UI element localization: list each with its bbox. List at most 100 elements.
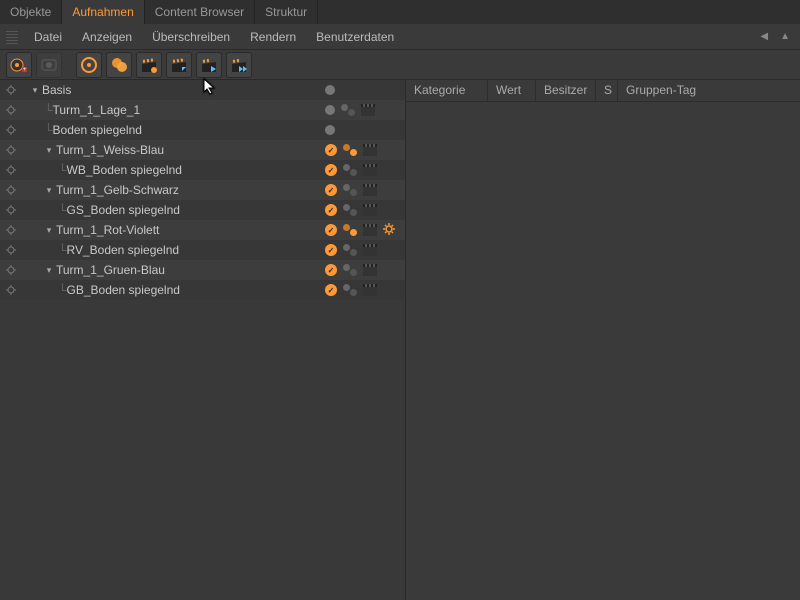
override-button[interactable]	[76, 52, 102, 78]
row-target-icon[interactable]	[0, 145, 22, 155]
camera-pair-icon[interactable]	[343, 284, 357, 296]
camera-pair-icon[interactable]	[343, 164, 357, 176]
tree-row[interactable]: ▾Turm_1_Gruen-Blau ✓	[0, 260, 405, 280]
menu-rendern[interactable]: Rendern	[240, 27, 306, 47]
row-target-icon[interactable]	[0, 105, 22, 115]
camera-pair-icon[interactable]	[343, 224, 357, 236]
gear-icon[interactable]	[383, 223, 395, 238]
tree-row[interactable]: └ GS_Boden spiegelnd✓	[0, 200, 405, 220]
status-check-icon[interactable]: ✓	[325, 164, 337, 176]
render-take-button[interactable]	[136, 52, 162, 78]
row-status-icons: ✓	[325, 223, 405, 238]
row-target-icon[interactable]	[0, 285, 22, 295]
tree-row[interactable]: └ GB_Boden spiegelnd✓	[0, 280, 405, 300]
row-target-icon[interactable]	[0, 125, 22, 135]
menu-datei[interactable]: Datei	[24, 27, 72, 47]
status-check-icon[interactable]: ✓	[325, 144, 337, 156]
render-clap-icon[interactable]	[363, 264, 377, 276]
tree-row[interactable]: └ Boden spiegelnd	[0, 120, 405, 140]
render-clap-icon[interactable]	[363, 164, 377, 176]
take-label[interactable]: GB_Boden spiegelnd	[67, 283, 180, 297]
row-target-icon[interactable]	[0, 265, 22, 275]
tree-row[interactable]: └ WB_Boden spiegelnd✓	[0, 160, 405, 180]
take-label[interactable]: Turm_1_Rot-Violett	[56, 223, 159, 237]
take-label[interactable]: Turm_1_Weiss-Blau	[56, 143, 164, 157]
col-wert[interactable]: Wert	[488, 80, 536, 101]
expander-icon[interactable]: ▾	[44, 225, 54, 235]
expander-icon[interactable]: ▾	[44, 265, 54, 275]
row-target-icon[interactable]	[0, 225, 22, 235]
col-besitzer[interactable]: Besitzer	[536, 80, 596, 101]
render-marked-button[interactable]	[166, 52, 192, 78]
render-clap-icon[interactable]	[363, 224, 377, 236]
render-all-next-button[interactable]	[196, 52, 222, 78]
render-all-button[interactable]	[226, 52, 252, 78]
new-take-button[interactable]: +	[6, 52, 32, 78]
tree-row[interactable]: ▾Turm_1_Gelb-Schwarz ✓	[0, 180, 405, 200]
status-check-icon[interactable]: ✓	[325, 224, 337, 236]
row-status-icons: ✓	[325, 164, 405, 176]
render-clap-icon[interactable]	[363, 284, 377, 296]
col-s[interactable]: S	[596, 80, 618, 101]
tree-row[interactable]: ▾Turm_1_Rot-Violett ✓	[0, 220, 405, 240]
status-check-icon[interactable]: ✓	[325, 244, 337, 256]
status-check-icon[interactable]: ✓	[325, 284, 337, 296]
render-clap-icon[interactable]	[363, 184, 377, 196]
render-clap-icon[interactable]	[363, 144, 377, 156]
override-group-button[interactable]	[106, 52, 132, 78]
render-clap-icon[interactable]	[361, 104, 375, 116]
grip-icon[interactable]	[6, 30, 18, 44]
status-dot-icon[interactable]	[325, 105, 335, 115]
render-clap-icon[interactable]	[363, 244, 377, 256]
tree-row[interactable]: └ Turm_1_Lage_1	[0, 100, 405, 120]
status-dot-icon[interactable]	[325, 125, 335, 135]
col-kategorie[interactable]: Kategorie	[406, 80, 488, 101]
take-label[interactable]: Basis	[42, 83, 71, 97]
row-target-icon[interactable]	[0, 165, 22, 175]
expander-icon[interactable]: ▾	[44, 185, 54, 195]
status-dot-icon[interactable]	[325, 85, 335, 95]
take-label[interactable]: Turm_1_Lage_1	[53, 103, 141, 117]
auto-take-button[interactable]	[36, 52, 62, 78]
main-area: ▾Basis└ Turm_1_Lage_1└ Boden spiegelnd▾T…	[0, 80, 800, 600]
camera-pair-icon[interactable]	[341, 104, 355, 116]
row-target-icon[interactable]	[0, 205, 22, 215]
col-gruppen-tag[interactable]: Gruppen-Tag	[618, 80, 800, 101]
camera-pair-icon[interactable]	[343, 144, 357, 156]
tab-aufnahmen[interactable]: Aufnahmen	[62, 0, 144, 24]
arrow-left-icon[interactable]: ◀	[756, 31, 772, 42]
arrow-up-icon[interactable]: ▲	[776, 31, 794, 42]
row-status-icons: ✓	[325, 284, 405, 296]
row-target-icon[interactable]	[0, 185, 22, 195]
expander-icon[interactable]: ▾	[44, 145, 54, 155]
status-check-icon[interactable]: ✓	[325, 204, 337, 216]
row-target-icon[interactable]	[0, 85, 22, 95]
take-label[interactable]: Turm_1_Gelb-Schwarz	[56, 183, 179, 197]
camera-pair-icon[interactable]	[343, 204, 357, 216]
camera-pair-icon[interactable]	[343, 184, 357, 196]
row-target-icon[interactable]	[0, 245, 22, 255]
expander-icon[interactable]: ▾	[30, 85, 40, 95]
render-clap-icon[interactable]	[363, 204, 377, 216]
take-label[interactable]: WB_Boden spiegelnd	[67, 163, 182, 177]
tree-row[interactable]: ▾Basis	[0, 80, 405, 100]
row-status-icons: ✓	[325, 264, 405, 276]
take-label[interactable]: Boden spiegelnd	[53, 123, 142, 137]
tab-struktur[interactable]: Struktur	[255, 0, 318, 24]
take-label[interactable]: RV_Boden spiegelnd	[67, 243, 180, 257]
tab-objekte[interactable]: Objekte	[0, 0, 62, 24]
tree-row[interactable]: └ RV_Boden spiegelnd✓	[0, 240, 405, 260]
tree-line: └	[44, 123, 53, 137]
camera-pair-icon[interactable]	[343, 244, 357, 256]
camera-pair-icon[interactable]	[343, 264, 357, 276]
menu-ueberschreiben[interactable]: Überschreiben	[142, 27, 240, 47]
take-label[interactable]: Turm_1_Gruen-Blau	[56, 263, 165, 277]
tree-row[interactable]: ▾Turm_1_Weiss-Blau ✓	[0, 140, 405, 160]
menu-anzeigen[interactable]: Anzeigen	[72, 27, 142, 47]
status-check-icon[interactable]: ✓	[325, 184, 337, 196]
take-label[interactable]: GS_Boden spiegelnd	[67, 203, 180, 217]
row-status-icons	[325, 104, 405, 116]
status-check-icon[interactable]: ✓	[325, 264, 337, 276]
menu-benutzerdaten[interactable]: Benutzerdaten	[306, 27, 404, 47]
tab-content-browser[interactable]: Content Browser	[145, 0, 255, 24]
